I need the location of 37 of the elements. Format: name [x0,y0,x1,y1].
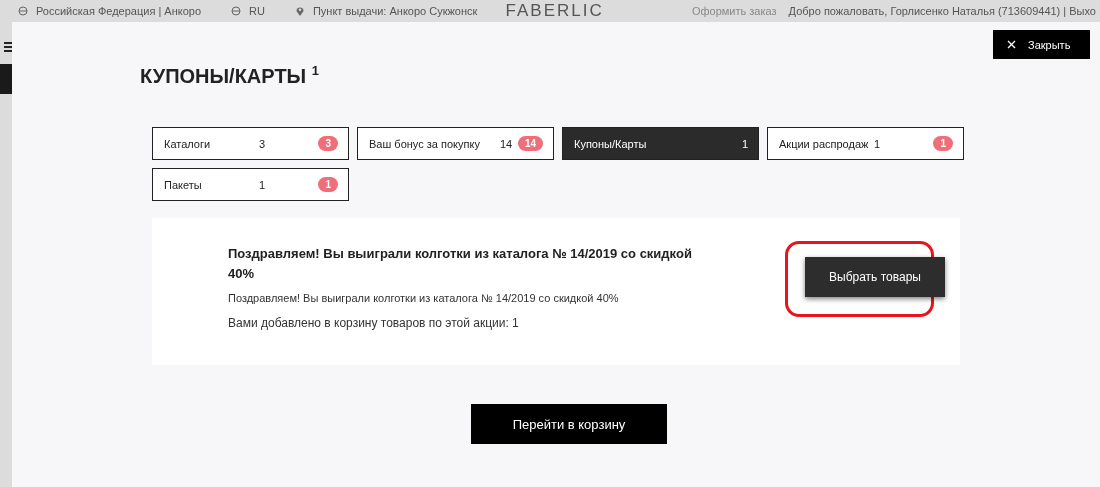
tab-label: Пакеты [164,178,203,191]
navigation-bar [0,64,12,94]
tab[interactable]: Пакеты 1 1 [152,168,349,201]
coupon-heading: Поздравляем! Вы выиграли колготки из каталога № 14/2019 со скидкой 40% [228,245,693,283]
tab-label: Ваш бонус за покупку [369,137,481,150]
header-link[interactable]: Пункт выдачи: Анкоро Сукжонск [312,5,478,17]
tab-count: 1 [259,178,267,191]
tab-count: 1 [740,137,748,150]
menu-icon[interactable] [4,42,12,52]
tab-label: Купоны/Карты [574,137,648,150]
added-note: Вами добавлено в корзину товаров по этой акции: 1 [228,316,520,330]
globe-icon [18,6,28,16]
header-link[interactable]: Добро пожаловать, Горлисенко Наталья (713609441) | Выхо [788,5,1096,17]
tab-label: Акции распродаж [779,137,870,150]
header-link[interactable]: Российская Федерация | Анкоро [36,5,202,17]
logo[interactable]: FABERLIC [505,0,604,21]
modal-title: КУПОНЫ/КАРТЫ $^{1}$ [140,63,320,89]
tab[interactable]: Ваш бонус за покупку 14 14 [357,127,554,160]
globe-icon [231,6,242,16]
close-button[interactable]: Закрыть [993,30,1090,59]
count-badge: 1 [318,177,338,192]
count-badge: 14 [517,136,543,151]
close-icon [1007,40,1016,49]
header-link[interactable]: RU [249,5,265,17]
tab[interactable]: Акции распродаж 1 1 [767,127,964,160]
tab[interactable]: Каталоги 3 3 [152,127,349,160]
choose-products-button[interactable]: Выбрать товары [805,257,945,297]
tab[interactable]: Купоны/Карты 1 [562,127,759,160]
tab-count: 3 [259,137,267,150]
tab-label: Каталоги [164,137,212,150]
coupon-description: Поздравляем! Вы выиграли колготки из каталога № 14/2019 со скидкой 40% [228,292,620,304]
count-badge: 1 [933,136,953,151]
location-pin-icon [294,6,305,16]
cart-button[interactable]: Перейти в корзину [471,404,667,444]
tab-count: 1 [874,137,882,150]
tab-count: 14 [500,137,514,150]
count-badge: 3 [318,136,338,151]
